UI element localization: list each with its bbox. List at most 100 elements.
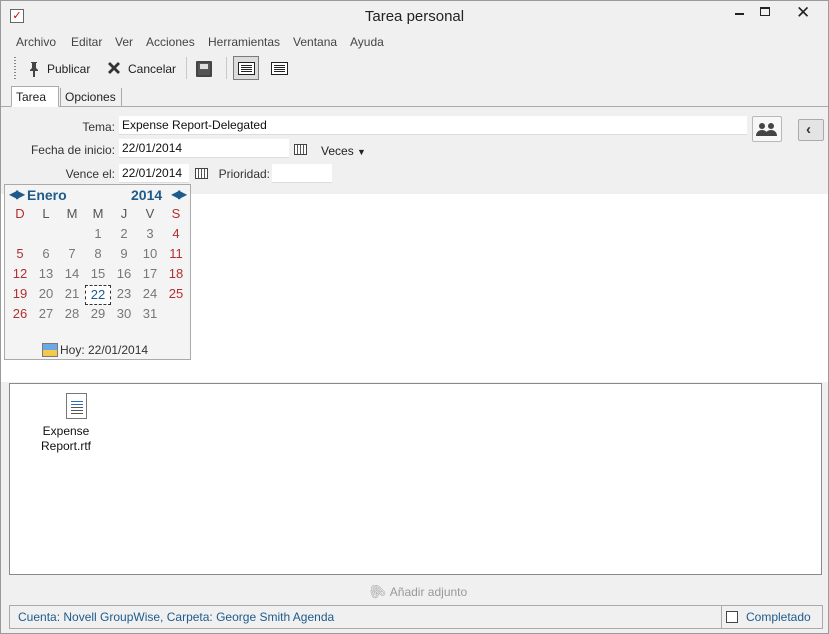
calendar-day[interactable]: 1 — [85, 225, 111, 245]
calendar-day[interactable]: 30 — [111, 305, 137, 325]
calendar-day-selected[interactable]: 22 — [85, 285, 111, 305]
calendar-day[interactable]: 19 — [7, 285, 33, 305]
cancel-button[interactable]: Cancelar — [106, 57, 176, 81]
save-button[interactable] — [196, 57, 212, 81]
calendar-day[interactable]: 24 — [137, 285, 163, 305]
calendar-day[interactable]: 12 — [7, 265, 33, 285]
maximize-button[interactable] — [751, 3, 781, 23]
calendar-day-name: V — [145, 206, 155, 221]
collapse-panel-button[interactable]: ‹ — [798, 119, 824, 141]
today-text: Hoy: 22/01/2014 — [60, 343, 149, 357]
calendar-day[interactable]: 10 — [137, 245, 163, 265]
calendar-day[interactable]: 29 — [85, 305, 111, 325]
recurrence-label: Veces — [321, 144, 354, 158]
due-date-field[interactable]: 22/01/2014 — [119, 164, 189, 183]
calendar-day[interactable]: 15 — [85, 265, 111, 285]
calendar-day-name: M — [66, 206, 78, 221]
calendar-day[interactable]: 3 — [137, 225, 163, 245]
title-bar: ✓ Tarea personal ✕ — [1, 1, 828, 31]
calendar-day[interactable]: 23 — [111, 285, 137, 305]
pin-icon — [30, 62, 38, 77]
account-status: Cuenta: Novell GroupWise, Carpeta: Georg… — [18, 610, 335, 624]
calendar-day[interactable]: 20 — [33, 285, 59, 305]
menu-ayuda[interactable]: Ayuda — [350, 35, 384, 49]
people-icon — [756, 123, 777, 136]
tab-opciones[interactable]: Opciones — [60, 88, 122, 107]
calendar-day[interactable]: 17 — [137, 265, 163, 285]
status-bar: Cuenta: Novell GroupWise, Carpeta: Georg… — [9, 605, 823, 629]
start-calendar-icon[interactable] — [294, 144, 307, 155]
add-attachment-label: Añadir adjunto — [389, 584, 468, 599]
calendar-day[interactable]: 6 — [33, 245, 59, 265]
view-mode-2-button[interactable] — [266, 56, 292, 80]
today-icon — [42, 343, 58, 357]
add-attachment-button[interactable]: 🖇 Añadir adjunto — [365, 580, 468, 603]
recurrence-dropdown[interactable]: Veces ▼ — [321, 144, 366, 158]
tab-strip: Tarea Opciones — [1, 85, 828, 107]
calendar-day[interactable]: 2 — [111, 225, 137, 245]
minimize-icon — [735, 13, 744, 15]
toolbar-grip[interactable] — [14, 57, 16, 79]
start-date-label: Fecha de inicio: — [30, 143, 115, 157]
menu-editar[interactable]: Editar — [71, 35, 102, 49]
calendar-day[interactable]: 18 — [163, 265, 189, 285]
calendar-day-name: M — [92, 206, 104, 221]
close-button[interactable]: ✕ — [787, 3, 817, 23]
calendar-day[interactable]: 26 — [7, 305, 33, 325]
calendar-day[interactable]: 8 — [85, 245, 111, 265]
subject-field[interactable]: Expense Report-Delegated — [119, 116, 747, 135]
publish-label: Publicar — [47, 62, 91, 76]
calendar-day[interactable]: 14 — [59, 265, 85, 285]
completed-label: Completado — [746, 610, 811, 624]
menu-bar: Archivo Editar Ver Acciones Herramientas… — [1, 32, 828, 52]
next-year-icon[interactable]: ▶ — [178, 187, 187, 201]
toolbar-separator — [186, 57, 187, 79]
view-mode-1-button[interactable] — [233, 56, 259, 80]
maximize-icon — [760, 7, 770, 16]
calendar-day[interactable]: 5 — [7, 245, 33, 265]
today-button[interactable]: Hoy: 22/01/2014 — [42, 343, 148, 357]
calendar-day[interactable]: 28 — [59, 305, 85, 325]
menu-ventana[interactable]: Ventana — [293, 35, 337, 49]
calendar-day[interactable]: 25 — [163, 285, 189, 305]
calendar-day[interactable]: 16 — [111, 265, 137, 285]
calendar-day[interactable]: 21 — [59, 285, 85, 305]
tab-tarea[interactable]: Tarea — [11, 86, 59, 107]
calendar-year: 2014 — [131, 187, 163, 203]
publish-button[interactable]: Publicar — [27, 57, 90, 81]
calendar-header: ◀ ▶ Enero 2014 ◀ ▶ — [5, 187, 190, 203]
start-date-field[interactable]: 22/01/2014 — [119, 139, 289, 158]
calendar-day[interactable]: 27 — [33, 305, 59, 325]
calendar-day[interactable]: 31 — [137, 305, 163, 325]
chevron-left-icon: ‹ — [806, 121, 811, 138]
address-book-button[interactable] — [752, 116, 782, 142]
calendar-day-name: S — [171, 206, 181, 221]
subject-label: Tema: — [82, 120, 115, 134]
priority-field[interactable] — [272, 164, 332, 183]
completed-checkbox[interactable] — [726, 611, 738, 623]
menu-acciones[interactable]: Acciones — [146, 35, 195, 49]
cancel-label: Cancelar — [128, 62, 177, 76]
x-icon — [108, 62, 120, 74]
menu-archivo[interactable]: Archivo — [16, 35, 56, 49]
view-icon — [238, 62, 255, 75]
next-month-icon[interactable]: ▶ — [16, 187, 25, 201]
calendar-day[interactable]: 13 — [33, 265, 59, 285]
task-form: Tema: Expense Report-Delegated ‹ Fecha d… — [1, 108, 828, 194]
close-icon: ✕ — [796, 3, 811, 22]
due-calendar-icon[interactable] — [195, 168, 208, 179]
save-icon — [196, 61, 212, 77]
status-separator — [721, 606, 722, 628]
menu-ver[interactable]: Ver — [115, 35, 133, 49]
calendar-day[interactable]: 7 — [59, 245, 85, 265]
calendar-day[interactable]: 11 — [163, 245, 189, 265]
date-picker-popup: ◀ ▶ Enero 2014 ◀ ▶ D L M M J V S 1 2 3 4 5 6 7 8 9 10 11 1… — [4, 184, 191, 360]
caret-down-icon: ▼ — [357, 147, 366, 157]
calendar-month: Enero — [27, 187, 67, 203]
calendar-day[interactable]: 4 — [163, 225, 189, 245]
menu-herramientas[interactable]: Herramientas — [208, 35, 280, 49]
due-date-label: Vence el: — [65, 167, 115, 181]
calendar-day-name: L — [42, 206, 50, 221]
paperclip-icon: 🖇 — [364, 579, 389, 603]
calendar-day[interactable]: 9 — [111, 245, 137, 265]
